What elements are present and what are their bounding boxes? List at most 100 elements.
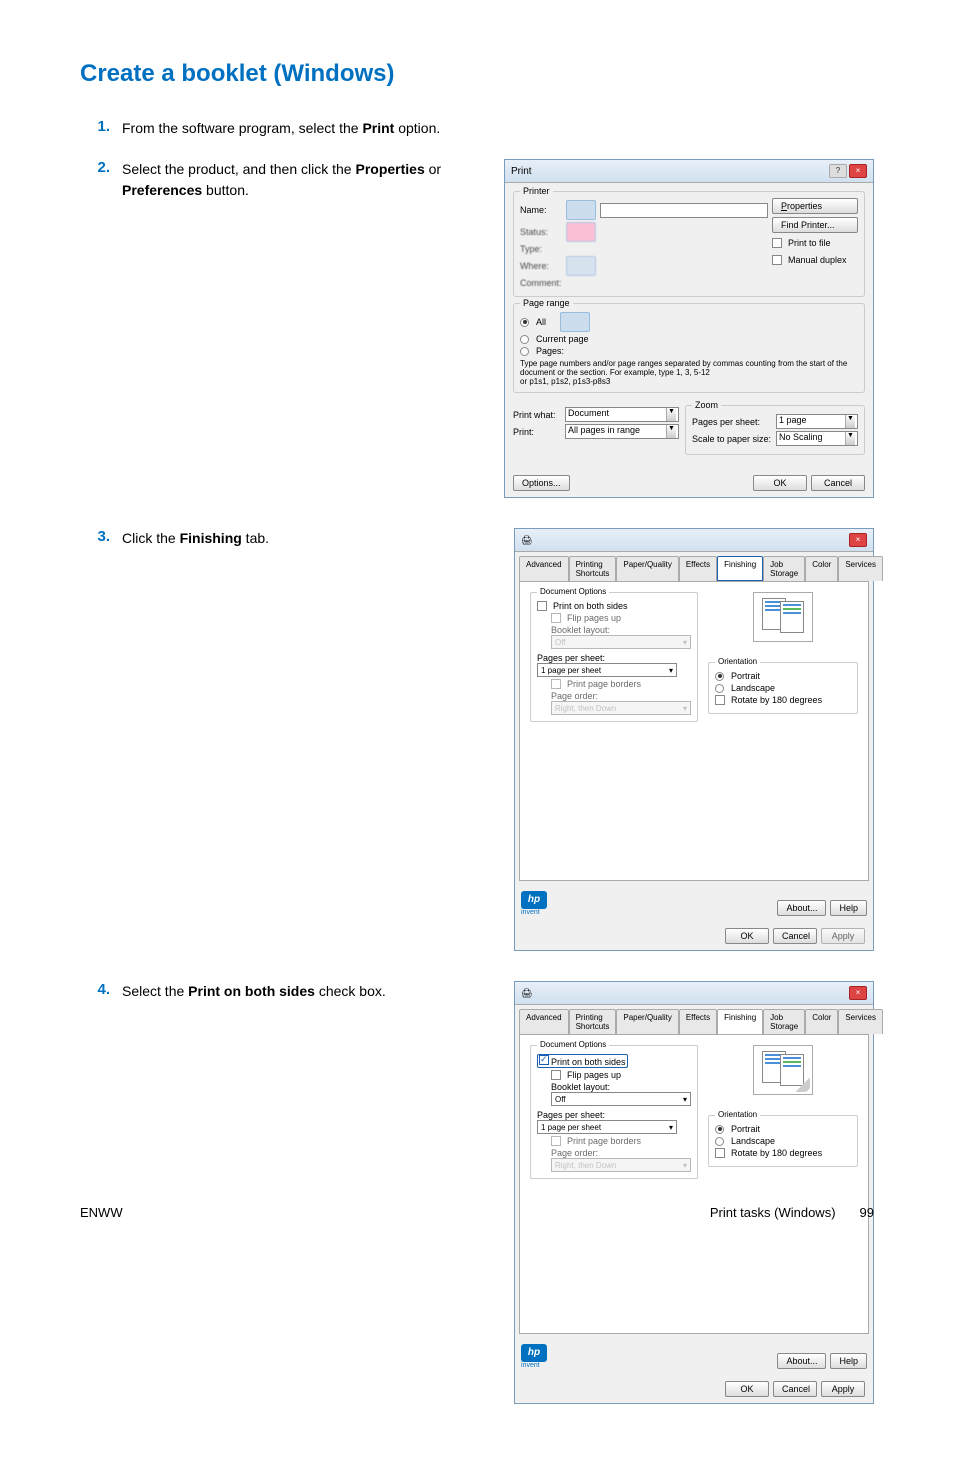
- print-page-borders-checkbox: [551, 1136, 561, 1146]
- tab-paper-quality[interactable]: Paper/Quality: [616, 556, 678, 581]
- scale-select[interactable]: No Scaling▼: [776, 431, 858, 446]
- preview-icon: [753, 1045, 813, 1095]
- document-options-label: Document Options: [537, 1040, 609, 1049]
- pages-per-sheet-select[interactable]: 1 page▼: [776, 414, 858, 429]
- ok-button[interactable]: OK: [725, 928, 769, 944]
- pages-label: Pages:: [536, 346, 564, 356]
- properties-button[interactable]: PPropertiesroperties: [772, 198, 858, 214]
- options-button[interactable]: Options...: [513, 475, 570, 491]
- step-2: 2. Select the product, and then click th…: [80, 159, 874, 498]
- flip-pages-label: Flip pages up: [567, 1070, 621, 1080]
- comment-label: Comment:: [520, 278, 562, 288]
- pages-per-sheet2-select[interactable]: 1 page per sheet▾: [537, 1120, 677, 1134]
- rotate-label: Rotate by 180 degrees: [731, 1148, 822, 1158]
- pages-radio[interactable]: [520, 347, 529, 356]
- page-range-help: Type page numbers and/or page ranges sep…: [520, 359, 858, 377]
- tab-services[interactable]: Services: [838, 556, 883, 581]
- tab-finishing[interactable]: Finishing: [717, 1009, 763, 1034]
- printer-mini-icon: 🖨: [521, 988, 532, 999]
- scale-label: Scale to paper size:: [692, 434, 772, 444]
- tab-advanced[interactable]: Advanced: [519, 556, 569, 581]
- flip-pages-checkbox: [551, 613, 561, 623]
- apply-button[interactable]: Apply: [821, 928, 865, 944]
- about-button[interactable]: About...: [777, 1353, 826, 1369]
- apply-button[interactable]: Apply: [821, 1381, 865, 1397]
- all-label: All: [536, 317, 546, 327]
- help-icon[interactable]: ?: [829, 164, 847, 178]
- ok-button[interactable]: OK: [753, 475, 807, 491]
- flip-pages-label: Flip pages up: [567, 613, 621, 623]
- printer-name-select[interactable]: [600, 203, 768, 218]
- manual-duplex-checkbox[interactable]: [772, 255, 782, 265]
- current-page-radio[interactable]: [520, 335, 529, 344]
- print-what-label: Print what:: [513, 410, 561, 420]
- cancel-button[interactable]: Cancel: [773, 1381, 817, 1397]
- step-number: 1.: [80, 118, 110, 135]
- print-what-select[interactable]: Document▼: [565, 407, 679, 422]
- step-number: 2.: [80, 159, 110, 176]
- where-label: Where:: [520, 261, 562, 271]
- orientation-label: Orientation: [715, 657, 760, 666]
- page-curl-icon: [796, 1078, 810, 1092]
- booklet-layout-select[interactable]: Off▾: [551, 1092, 691, 1106]
- portrait-label: Portrait: [731, 671, 760, 681]
- tab-effects[interactable]: Effects: [679, 1009, 717, 1034]
- cancel-button[interactable]: Cancel: [811, 475, 865, 491]
- cancel-button[interactable]: Cancel: [773, 928, 817, 944]
- close-icon[interactable]: ×: [849, 986, 867, 1000]
- landscape-radio[interactable]: [715, 1137, 724, 1146]
- print-page-borders-label: Print page borders: [567, 1136, 641, 1146]
- all-radio[interactable]: [520, 318, 529, 327]
- orientation-group: Orientation Portrait Landscape Rotate by…: [708, 1115, 858, 1167]
- pages-per-sheet-label: Pages per sheet:: [692, 417, 772, 427]
- print-to-file-checkbox[interactable]: [772, 238, 782, 248]
- portrait-radio[interactable]: [715, 1125, 724, 1134]
- dialog-titlebar: Print ? ×: [505, 160, 873, 183]
- tab-job-storage[interactable]: Job Storage: [763, 556, 805, 581]
- print-both-sides-checkbox[interactable]: [537, 601, 547, 611]
- rotate-checkbox[interactable]: [715, 1148, 725, 1158]
- booklet-layout-label: Booklet layout:: [551, 1082, 691, 1092]
- close-icon[interactable]: ×: [849, 164, 867, 178]
- step-text: Select the product, and then click the P…: [122, 159, 442, 201]
- printer-large-icon: [566, 222, 596, 242]
- printer-mini-icon: 🖨: [521, 535, 532, 546]
- print-select[interactable]: All pages in range▼: [565, 424, 679, 439]
- tab-job-storage[interactable]: Job Storage: [763, 1009, 805, 1034]
- help-button[interactable]: Help: [830, 1353, 867, 1369]
- tabs-row: Advanced Printing Shortcuts Paper/Qualit…: [515, 1005, 873, 1034]
- orientation-group: Orientation Portrait Landscape Rotate by…: [708, 662, 858, 714]
- find-printer-button[interactable]: Find Printer...: [772, 217, 858, 233]
- tab-services[interactable]: Services: [838, 1009, 883, 1034]
- tab-finishing[interactable]: Finishing: [717, 556, 763, 581]
- close-icon[interactable]: ×: [849, 533, 867, 547]
- tab-color[interactable]: Color: [805, 1009, 838, 1034]
- tab-color[interactable]: Color: [805, 556, 838, 581]
- page-range-label: Page range: [520, 298, 573, 308]
- print-both-sides-checkbox[interactable]: [539, 1055, 549, 1065]
- tab-printing-shortcuts[interactable]: Printing Shortcuts: [569, 1009, 617, 1034]
- page-title: Create a booklet (Windows): [80, 60, 874, 88]
- status-label: Status:: [520, 227, 562, 237]
- tab-printing-shortcuts[interactable]: Printing Shortcuts: [569, 556, 617, 581]
- blur-icon: [560, 312, 590, 332]
- tab-effects[interactable]: Effects: [679, 556, 717, 581]
- help-button[interactable]: Help: [830, 900, 867, 916]
- footer-section-title: Print tasks (Windows): [710, 1205, 836, 1220]
- dialog-titlebar: 🖨 ×: [515, 529, 873, 552]
- pages-per-sheet2-select[interactable]: 1 page per sheet▾: [537, 663, 677, 677]
- rotate-checkbox[interactable]: [715, 695, 725, 705]
- tab-advanced[interactable]: Advanced: [519, 1009, 569, 1034]
- current-page-label: Current page: [536, 334, 589, 344]
- ok-button[interactable]: OK: [725, 1381, 769, 1397]
- print-dialog: Print ? × Printer Name: Status: Typ: [504, 159, 874, 498]
- tab-paper-quality[interactable]: Paper/Quality: [616, 1009, 678, 1034]
- step-3: 3. Click the Finishing tab. 🖨 × Advanced…: [80, 528, 874, 951]
- landscape-radio[interactable]: [715, 684, 724, 693]
- document-options-label: Document Options: [537, 587, 609, 596]
- page-order-select: Right, then Down▾: [551, 701, 691, 715]
- about-button[interactable]: About...: [777, 900, 826, 916]
- portrait-radio[interactable]: [715, 672, 724, 681]
- invent-label: invent: [521, 909, 547, 916]
- flip-pages-checkbox[interactable]: [551, 1070, 561, 1080]
